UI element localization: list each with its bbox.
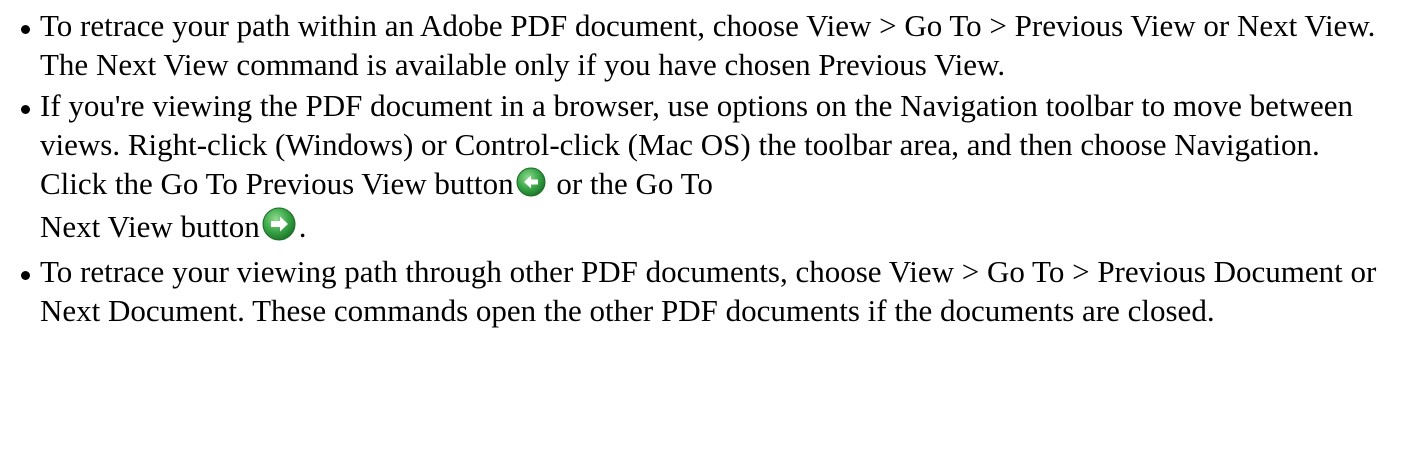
list-item: To retrace your path within an Adobe PDF… [20,6,1393,84]
list-item: To retrace your viewing path through oth… [20,252,1393,330]
list-item: If you're viewing the PDF document in a … [20,86,1393,250]
item-text-line-end: Next View button [40,209,260,244]
item-text: . [298,209,307,244]
bullet-list: To retrace your path within an Adobe PDF… [0,0,1413,330]
go-to-previous-view-icon [516,167,546,197]
item-text: To retrace your path within an Adobe PDF… [40,8,1376,82]
go-to-next-view-icon [262,207,296,241]
item-text: or the Go To [548,166,713,201]
item-text: To retrace your viewing path through oth… [40,254,1377,328]
